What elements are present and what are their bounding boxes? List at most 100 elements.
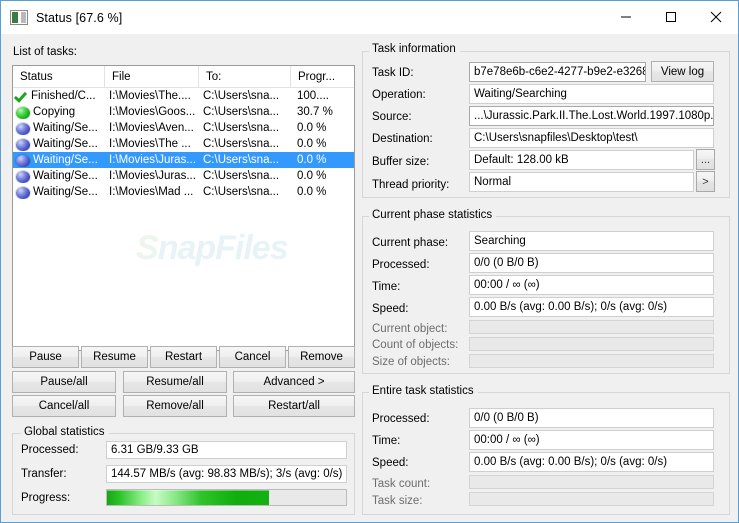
source-label: Source:: [372, 111, 412, 123]
pause-all-button[interactable]: Pause/all: [12, 371, 116, 393]
entire-speed-field: 0.00 B/s (avg: 0.00 B/s); 0/s (avg: 0/s): [469, 452, 714, 472]
cell-status: Waiting/Se...: [13, 170, 105, 183]
buffer-size-field[interactable]: Default: 128.00 kB: [469, 150, 694, 170]
resume-all-button[interactable]: Resume/all: [123, 371, 227, 393]
cell-progress: 100....: [297, 90, 329, 102]
maximize-button[interactable]: [648, 1, 693, 33]
operation-field[interactable]: Waiting/Searching: [469, 84, 714, 104]
cell-status: Waiting/Se...: [13, 122, 105, 135]
buffer-size-browse-button[interactable]: ...: [696, 149, 715, 170]
restart-button[interactable]: Restart: [150, 346, 217, 368]
entire-processed-field: 0/0 (0 B/0 B): [469, 408, 714, 428]
table-row[interactable]: Waiting/Se... I:\Movies\Juras... C:\Users\…: [13, 168, 354, 184]
table-row[interactable]: Finished/C... I:\Movies\The.... C:\Users\s…: [13, 88, 354, 104]
size-of-objects-label: Size of objects:: [372, 356, 450, 368]
window-controls: [603, 1, 738, 33]
cell-status: Waiting/Se...: [13, 154, 105, 167]
global-progress-fill: [107, 490, 269, 505]
close-button[interactable]: [693, 1, 738, 33]
remove-all-button[interactable]: Remove/all: [123, 395, 227, 417]
tasklist-caption: List of tasks:: [13, 46, 77, 58]
entire-speed-label: Speed:: [372, 457, 409, 469]
cancel-all-button[interactable]: Cancel/all: [12, 395, 116, 417]
restart-all-button[interactable]: Restart/all: [233, 395, 355, 417]
cell-to: C:\Users\sna...: [203, 122, 280, 134]
column-header-status[interactable]: Status: [13, 66, 105, 87]
thread-priority-field[interactable]: Normal: [469, 172, 694, 192]
task-list[interactable]: Status File To: Progr... Finished/C... I:…: [12, 65, 355, 351]
current-phase-statistics-title: Current phase statistics: [369, 209, 497, 221]
cell-progress: 30.7 %: [297, 106, 333, 118]
pause-button[interactable]: Pause: [12, 346, 79, 368]
count-of-objects-label: Count of objects:: [372, 339, 459, 351]
phase-time-field: 00:00 / ∞ (∞): [469, 275, 714, 295]
table-row[interactable]: Waiting/Se... I:\Movies\Mad ... C:\Users\s…: [13, 184, 354, 200]
cell-to: C:\Users\sna...: [203, 186, 280, 198]
destination-field[interactable]: C:\Users\snapfiles\Desktop\test\: [469, 128, 714, 148]
blue-ball-icon: [16, 138, 30, 151]
current-object-field: [469, 320, 714, 334]
cell-status-label: Copying: [33, 106, 76, 118]
phase-speed-field: 0.00 B/s (avg: 0.00 B/s); 0/s (avg: 0/s): [469, 297, 714, 317]
resume-button[interactable]: Resume: [81, 346, 148, 368]
thread-priority-label: Thread priority:: [372, 179, 450, 191]
window-title: Status [67.6 %]: [36, 10, 123, 25]
cell-progress: 0.0 %: [297, 154, 327, 166]
advanced-button[interactable]: Advanced >: [233, 371, 355, 393]
app-icon: [10, 10, 28, 25]
cell-status-label: Waiting/Se...: [33, 154, 98, 166]
table-row[interactable]: Waiting/Se... I:\Movies\Aven... C:\Users\s…: [13, 120, 354, 136]
check-icon: [15, 89, 29, 103]
green-ball-icon: [16, 106, 30, 119]
cell-file: I:\Movies\Aven...: [109, 122, 194, 134]
remove-button[interactable]: Remove: [288, 346, 355, 368]
task-list-body: Finished/C... I:\Movies\The.... C:\Users\s…: [13, 88, 354, 200]
current-object-label: Current object:: [372, 323, 448, 335]
cell-file: I:\Movies\The....: [109, 90, 191, 102]
table-row[interactable]: Waiting/Se... I:\Movies\Juras... C:\Users\…: [13, 152, 354, 168]
task-id-field[interactable]: b7e78e6b-c6e2-4277-b9e2-e3268c: [469, 62, 646, 82]
phase-time-label: Time:: [372, 281, 401, 293]
minimize-button[interactable]: [603, 1, 648, 33]
task-size-field: [469, 492, 714, 506]
cell-status: Finished/C...: [13, 89, 105, 103]
title-bar: Status [67.6 %]: [1, 1, 738, 34]
global-progress-label: Progress:: [21, 492, 71, 504]
view-log-button[interactable]: View log: [651, 61, 714, 82]
table-row[interactable]: Copying I:\Movies\Goos... C:\Users\sna... 3…: [13, 104, 354, 120]
cell-progress: 0.0 %: [297, 170, 327, 182]
buffer-size-label: Buffer size:: [372, 156, 430, 168]
cell-to: C:\Users\sna...: [203, 154, 280, 166]
cell-status-label: Waiting/Se...: [33, 170, 98, 182]
cell-to: C:\Users\sna...: [203, 90, 280, 102]
thread-priority-button[interactable]: >: [696, 171, 715, 192]
column-header-progress[interactable]: Progr...: [291, 66, 354, 87]
entire-time-label: Time:: [372, 435, 401, 447]
entire-task-statistics-title: Entire task statistics: [369, 385, 478, 397]
cell-status-label: Waiting/Se...: [33, 122, 98, 134]
table-row[interactable]: Waiting/Se... I:\Movies\The ... C:\Users\s…: [13, 136, 354, 152]
blue-ball-icon: [16, 186, 30, 199]
phase-processed-label: Processed:: [372, 259, 430, 271]
task-count-field: [469, 475, 714, 489]
column-header-file[interactable]: File: [105, 66, 199, 87]
cell-progress: 0.0 %: [297, 138, 327, 150]
global-transfer-value: 144.57 MB/s (avg: 98.83 MB/s); 3/s (avg:…: [106, 465, 347, 483]
status-window: Status [67.6 %] List of tasks: Status Fi…: [0, 0, 739, 523]
cell-progress: 0.0 %: [297, 122, 327, 134]
cell-progress: 0.0 %: [297, 186, 327, 198]
destination-label: Destination:: [372, 133, 433, 145]
cell-status-label: Waiting/Se...: [33, 138, 98, 150]
column-header-to[interactable]: To:: [199, 66, 291, 87]
entire-time-field: 00:00 / ∞ (∞): [469, 430, 714, 450]
source-field[interactable]: ...\Jurassic.Park.II.The.Lost.World.1997…: [469, 106, 714, 126]
blue-ball-icon: [16, 154, 30, 167]
cancel-button[interactable]: Cancel: [219, 346, 286, 368]
global-statistics-title: Global statistics: [21, 426, 109, 438]
size-of-objects-field: [469, 354, 714, 368]
cell-file: I:\Movies\Juras...: [109, 170, 196, 182]
cell-to: C:\Users\sna...: [203, 106, 280, 118]
cell-to: C:\Users\sna...: [203, 138, 280, 150]
task-id-label: Task ID:: [372, 67, 414, 79]
operation-label: Operation:: [372, 89, 426, 101]
